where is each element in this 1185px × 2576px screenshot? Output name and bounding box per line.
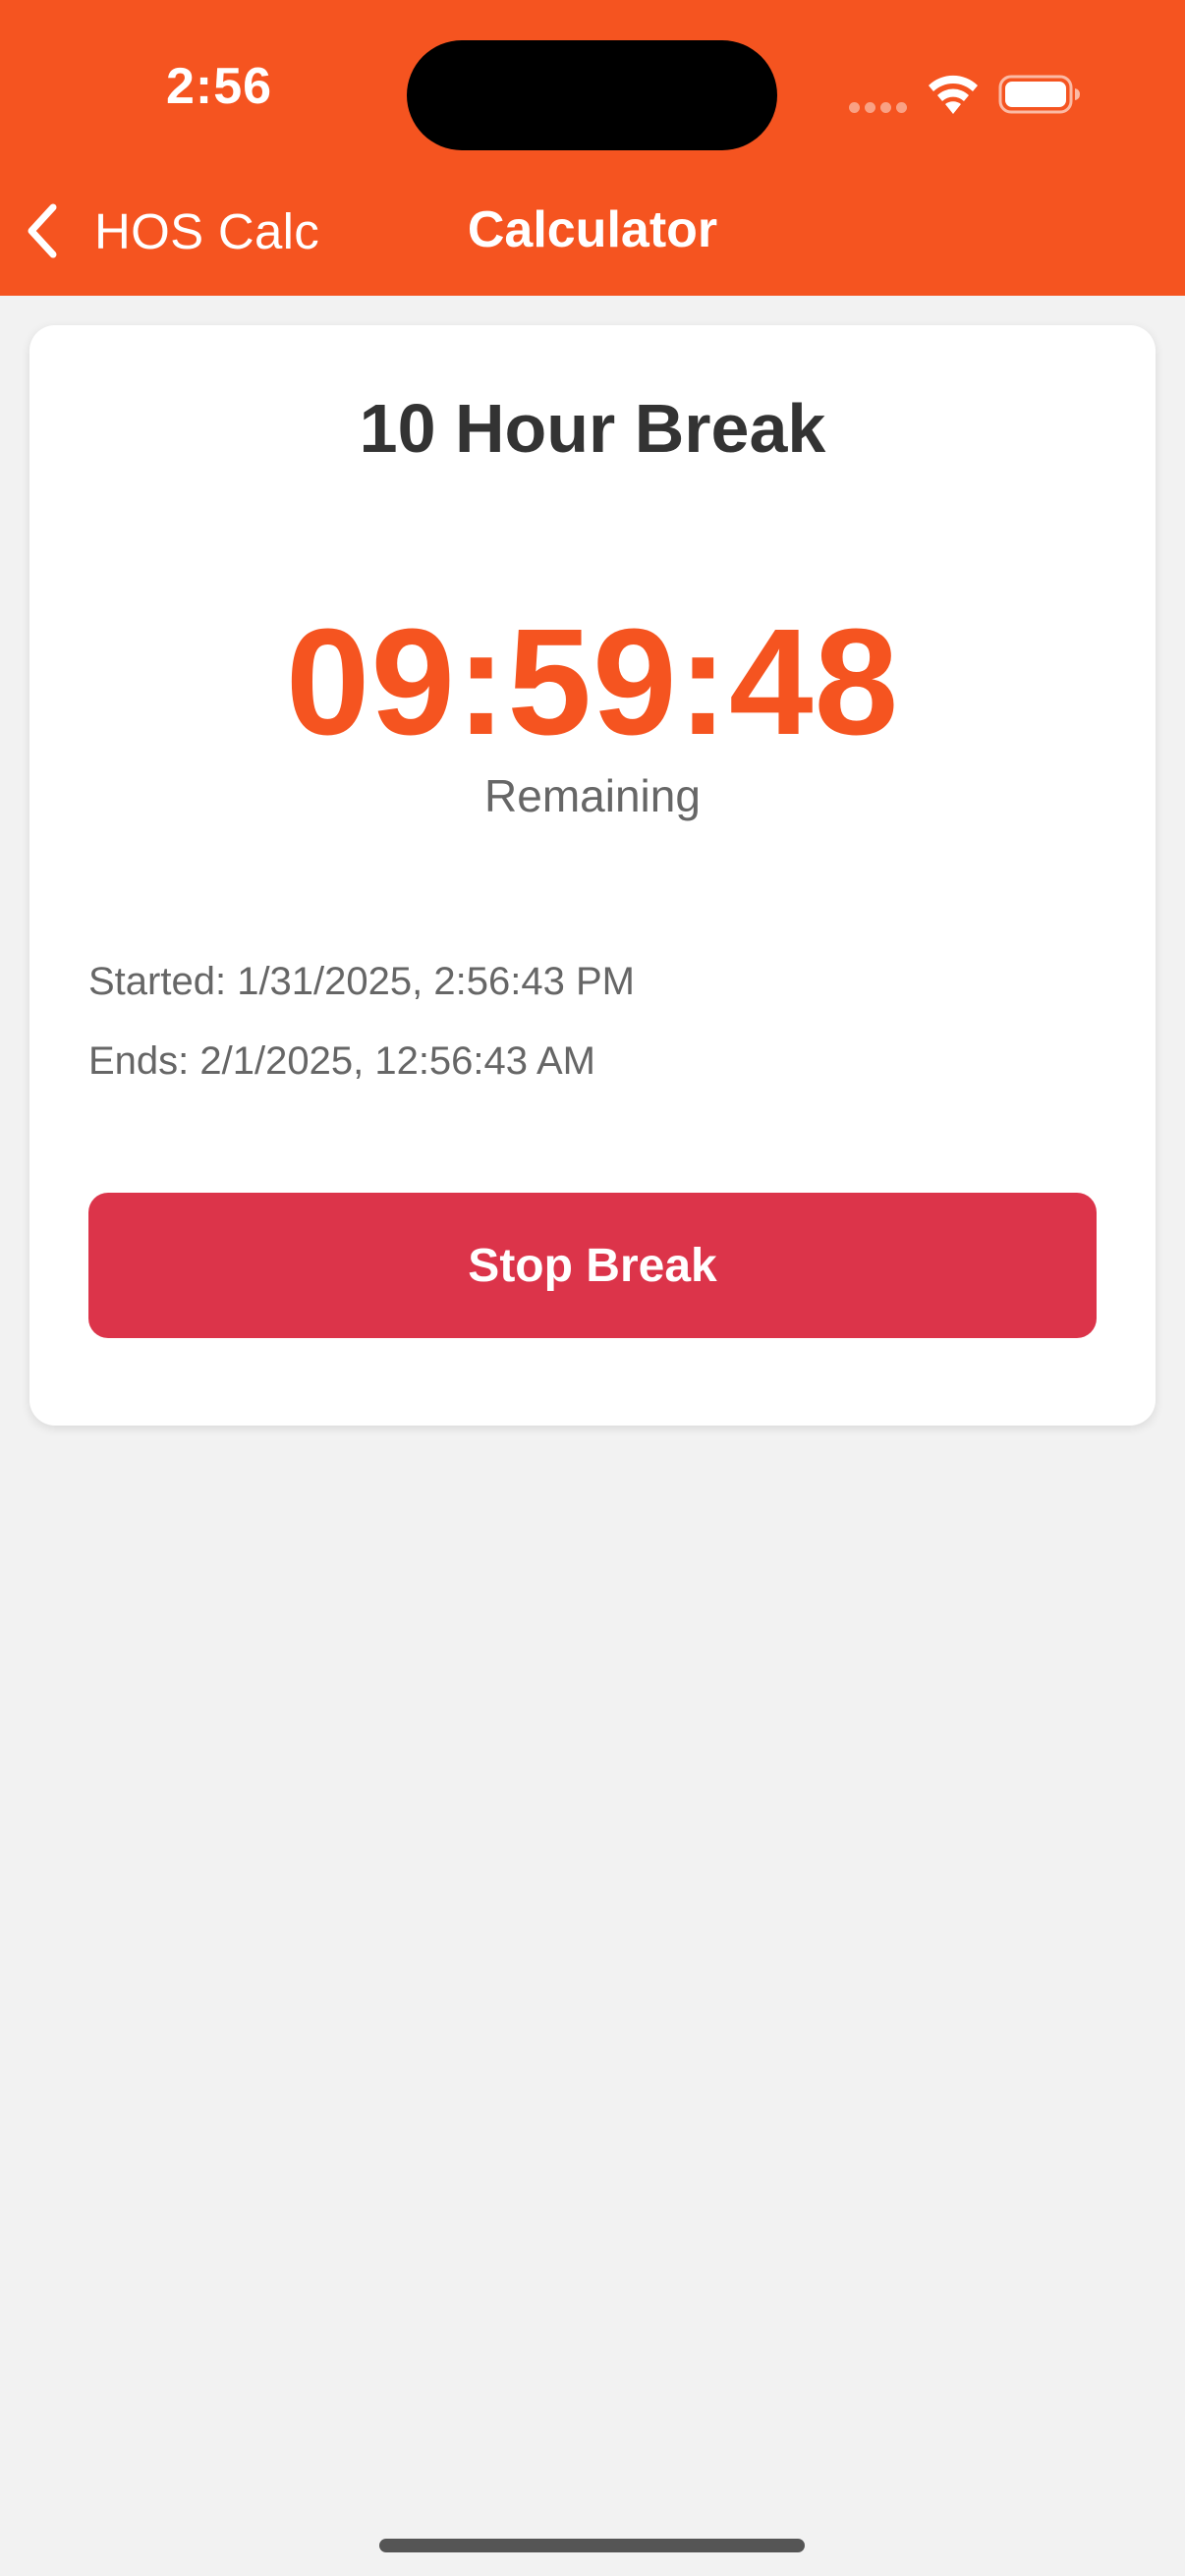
status-time: 2:56	[165, 58, 273, 115]
dynamic-island	[407, 40, 777, 150]
back-label: HOS Calc	[94, 202, 320, 259]
signal-dots-icon	[849, 102, 908, 114]
ends-time: Ends: 2/1/2025, 12:56:43 AM	[88, 1039, 595, 1083]
stop-break-button[interactable]: Stop Break	[88, 1193, 1097, 1338]
app-header: 2:56 HOS Calc Calculator	[0, 0, 1185, 296]
break-card: 10 Hour Break 09:59:48 Remaining Started…	[29, 325, 1156, 1426]
countdown-timer: 09:59:48	[285, 597, 900, 766]
battery-icon	[998, 75, 1080, 114]
chevron-left-icon	[28, 203, 57, 258]
home-indicator[interactable]	[379, 2539, 805, 2552]
screen: 2:56 HOS Calc Calculator 10 Hour Break 0…	[0, 0, 1185, 2576]
started-time: Started: 1/31/2025, 2:56:43 PM	[88, 960, 635, 1003]
break-title: 10 Hour Break	[359, 390, 826, 467]
remaining-label: Remaining	[484, 770, 701, 821]
wifi-icon	[929, 75, 978, 114]
back-button[interactable]: HOS Calc	[22, 195, 319, 267]
page-title: Calculator	[467, 201, 718, 258]
